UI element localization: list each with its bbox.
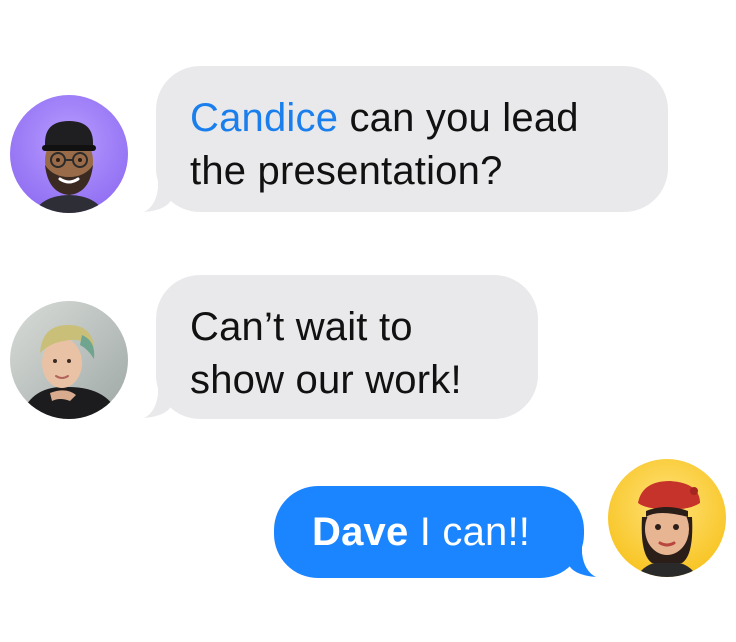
message-1-text-line2: the presentation?: [190, 149, 503, 193]
message-2-text-line2: show our work!: [190, 358, 462, 402]
mention-candice[interactable]: Candice: [190, 96, 338, 140]
sender-avatar-memoji-woman[interactable]: [608, 459, 726, 577]
message-bubble-3[interactable]: Dave I can!!: [274, 486, 584, 578]
memoji-man-avatar-icon: [10, 95, 128, 213]
message-3-text: I can!!: [408, 510, 531, 554]
sender-avatar-photo-woman[interactable]: [10, 301, 128, 419]
message-bubble-2[interactable]: Can’t wait to show our work!: [156, 275, 538, 419]
photo-woman-avatar-icon: [10, 301, 128, 419]
memoji-woman-avatar-icon: [608, 459, 726, 577]
sender-avatar-memoji-man[interactable]: [10, 95, 128, 213]
mention-dave[interactable]: Dave: [312, 510, 408, 554]
message-2-text-line1: Can’t wait to: [190, 305, 413, 349]
message-bubble-1[interactable]: Candice can you lead the presentation?: [156, 66, 668, 212]
message-1-text-line1: can you lead: [338, 96, 579, 140]
